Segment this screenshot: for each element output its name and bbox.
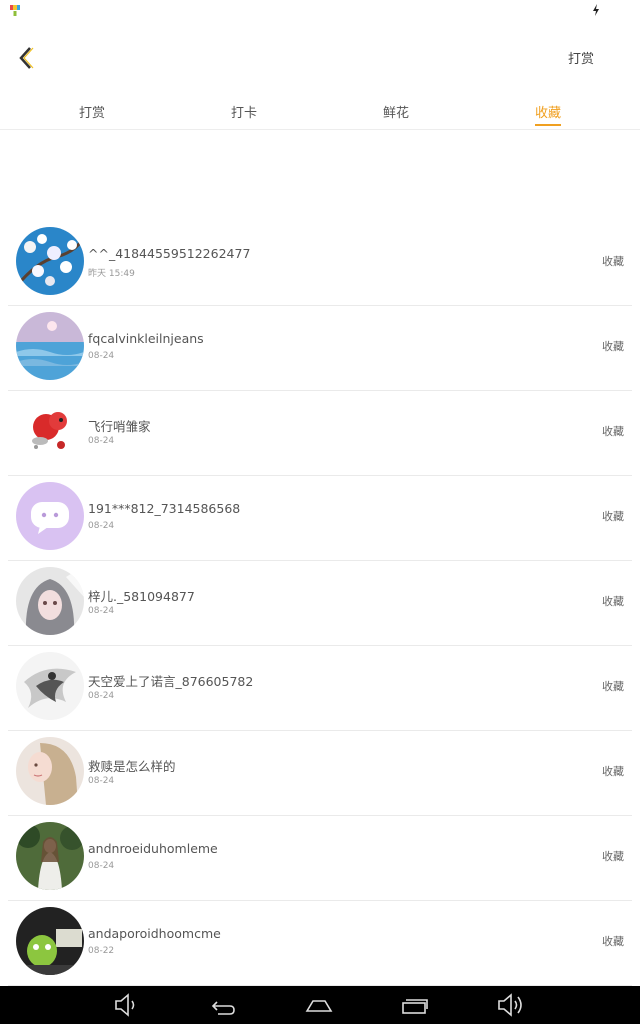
user-name: andaporoidhoomcme <box>88 926 221 941</box>
favorite-label: 收藏 <box>602 425 624 438</box>
cartoon-avatar[interactable] <box>16 397 84 465</box>
favorite-label: 收藏 <box>602 935 624 948</box>
user-name: 191***812_7314586568 <box>88 501 241 516</box>
favorite-label: 收藏 <box>602 850 624 863</box>
back-arrow-icon[interactable] <box>208 992 238 1018</box>
system-nav-bar <box>0 986 640 1024</box>
status-bar <box>0 0 640 22</box>
forest-avatar[interactable] <box>16 822 84 890</box>
user-name: ^^_41844559512262477 <box>88 246 251 261</box>
back-button[interactable] <box>12 42 44 74</box>
default-chat-avatar[interactable] <box>16 482 84 550</box>
tab-tip[interactable]: 打赏 <box>52 102 132 121</box>
tab-flowers[interactable]: 鲜花 <box>356 102 436 121</box>
favorite-label: 收藏 <box>602 595 624 608</box>
list-item[interactable]: 天空爱上了诺言_876605782 08-24 收藏 <box>8 645 632 731</box>
header: 打赏 <box>0 22 640 94</box>
list-item[interactable]: andnroeiduhomleme 08-24 收藏 <box>8 815 632 901</box>
recent-apps-icon[interactable] <box>400 992 430 1018</box>
favorite-label: 收藏 <box>602 680 624 693</box>
ink-painting-avatar[interactable] <box>16 652 84 720</box>
tab-favorites-label: 收藏 <box>534 106 561 121</box>
user-name: fqcalvinkleilnjeans <box>88 331 204 346</box>
volume-down-icon[interactable] <box>112 992 142 1018</box>
user-name: 梓儿._581094877 <box>88 589 195 604</box>
list-item[interactable]: 191***812_7314586568 08-24 收藏 <box>8 475 632 561</box>
chevron-left-icon <box>19 47 34 69</box>
favorite-label: 收藏 <box>602 340 624 353</box>
tab-bar: 打赏 打卡 鲜花 收藏 <box>0 96 640 130</box>
favorite-label: 收藏 <box>602 765 624 778</box>
blossom-avatar[interactable] <box>16 227 84 295</box>
tab-checkin[interactable]: 打卡 <box>204 102 284 121</box>
sea-avatar[interactable] <box>16 312 84 380</box>
timestamp: 08-22 <box>88 946 115 956</box>
list-item[interactable]: 梓儿._581094877 08-24 收藏 <box>8 560 632 646</box>
timestamp: 08-24 <box>88 691 115 701</box>
anime-girl-avatar[interactable] <box>16 567 84 635</box>
volume-up-icon[interactable] <box>496 992 526 1018</box>
tip-action-button[interactable]: 打赏 <box>568 48 594 67</box>
gift-app-icon <box>10 5 20 16</box>
list-item[interactable]: fqcalvinkleilnjeans 08-24 收藏 <box>8 305 632 391</box>
active-tab-indicator <box>535 124 561 126</box>
green-toy-avatar[interactable] <box>16 907 84 975</box>
favorite-label: 收藏 <box>602 510 624 523</box>
list-item[interactable]: ^^_41844559512262477 昨天 15:49 收藏 <box>8 220 632 306</box>
charging-icon <box>593 4 599 16</box>
user-name: 天空爱上了诺言_876605782 <box>88 674 254 689</box>
tab-favorites[interactable]: 收藏 <box>508 102 588 126</box>
timestamp: 08-24 <box>88 521 115 531</box>
user-name: 飞行哨雏家 <box>88 419 151 434</box>
list-item[interactable]: 救赎是怎么样的 08-24 收藏 <box>8 730 632 816</box>
girl-portrait-avatar[interactable] <box>16 737 84 805</box>
timestamp: 08-24 <box>88 436 115 446</box>
favorite-label: 收藏 <box>602 255 624 268</box>
timestamp: 08-24 <box>88 776 115 786</box>
timestamp: 08-24 <box>88 861 115 871</box>
user-name: andnroeiduhomleme <box>88 841 218 856</box>
list-item[interactable]: andaporoidhoomcme 08-22 收藏 <box>8 900 632 986</box>
home-icon[interactable] <box>304 992 334 1018</box>
timestamp: 08-24 <box>88 606 115 616</box>
list-item[interactable]: 飞行哨雏家 08-24 收藏 <box>8 390 632 476</box>
timestamp: 昨天 15:49 <box>88 269 135 279</box>
user-name: 救赎是怎么样的 <box>88 759 176 774</box>
timestamp: 08-24 <box>88 351 115 361</box>
